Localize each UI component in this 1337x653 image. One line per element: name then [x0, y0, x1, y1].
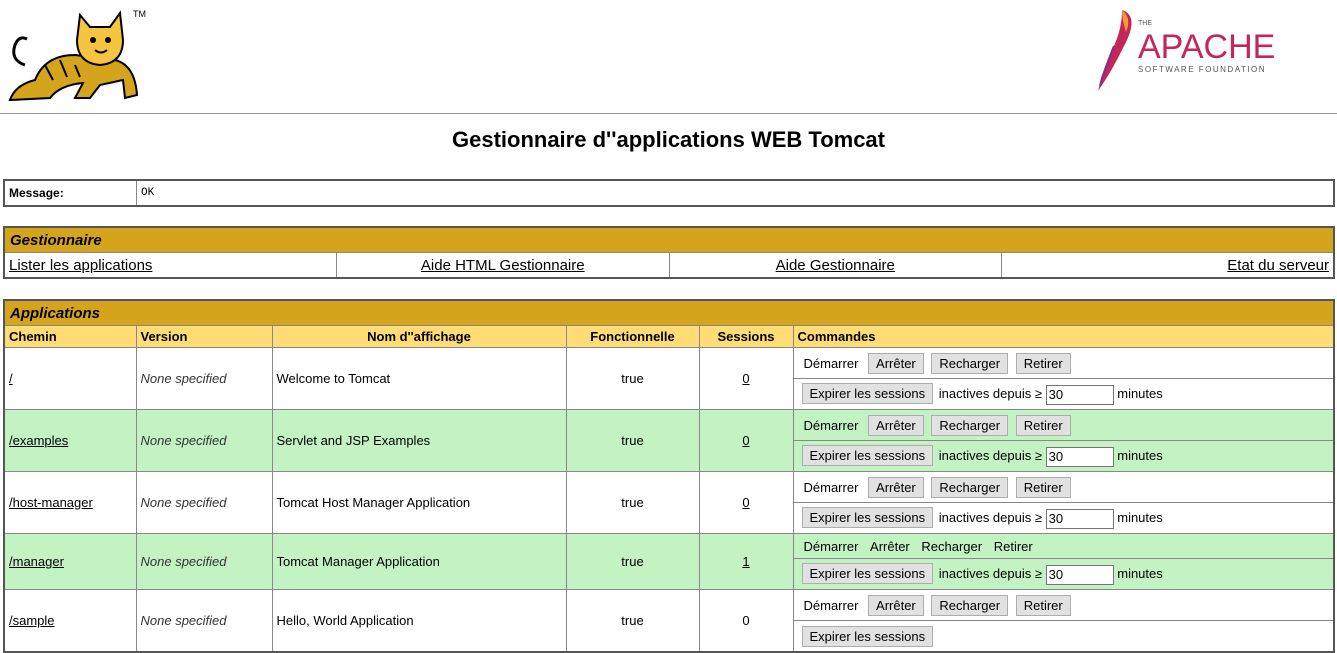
- undeploy-button[interactable]: Retirer: [1015, 352, 1071, 374]
- manager-help-link[interactable]: Aide Gestionnaire: [776, 257, 895, 274]
- app-running: true: [565, 533, 700, 590]
- app-path-link[interactable]: /host-manager: [9, 495, 93, 510]
- column-commands: Commandes: [792, 325, 1335, 348]
- column-running: Fonctionnelle: [565, 325, 700, 348]
- stop-button[interactable]: Arrêter: [868, 414, 924, 436]
- expire-sessions-button[interactable]: Expirer les sessions: [801, 563, 934, 585]
- html-manager-help-link[interactable]: Aide HTML Gestionnaire: [421, 257, 585, 274]
- undeploy-button[interactable]: Retirer: [1015, 414, 1071, 436]
- reload-button[interactable]: Recharger: [931, 594, 1009, 616]
- table-row: / None specified Welcome to Tomcat true …: [3, 347, 1335, 410]
- column-version: Version: [135, 325, 273, 348]
- apache-subtitle: SOFTWARE FOUNDATION: [1138, 65, 1266, 74]
- stop-button[interactable]: Arrêter: [868, 352, 924, 374]
- app-path-link[interactable]: /examples: [9, 433, 68, 448]
- undeploy-button[interactable]: Retirer: [1015, 594, 1071, 616]
- reload-button[interactable]: Recharger: [931, 476, 1009, 498]
- expire-sessions-button[interactable]: Expirer les sessions: [801, 383, 934, 405]
- app-display-name: Tomcat Host Manager Application: [271, 471, 567, 534]
- start-button[interactable]: Démarrer: [800, 480, 863, 495]
- idle-label: inactives depuis ≥: [938, 510, 1042, 526]
- idle-minutes-input[interactable]: 30: [1045, 564, 1114, 585]
- applications-section-title: Applications: [3, 299, 1335, 326]
- app-display-name: Servlet and JSP Examples: [271, 409, 567, 472]
- idle-minutes-input[interactable]: 30: [1045, 508, 1114, 529]
- table-row: /host-manager None specified Tomcat Host…: [3, 471, 1335, 534]
- reload-button[interactable]: Recharger: [931, 414, 1009, 436]
- column-sessions: Sessions: [698, 325, 794, 348]
- app-display-name: Welcome to Tomcat: [271, 347, 567, 410]
- stop-button[interactable]: Arrêter: [868, 476, 924, 498]
- app-path-link[interactable]: /manager: [9, 554, 64, 569]
- table-row: /examples None specified Servlet and JSP…: [3, 409, 1335, 472]
- manager-table: Gestionnaire Lister les applications Aid…: [3, 226, 1335, 279]
- page-header: TM THE APACHE SOFTWARE FOUNDATION: [0, 0, 1337, 114]
- app-version: None specified: [135, 589, 273, 653]
- app-path-link[interactable]: /sample: [9, 613, 55, 628]
- app-version: None specified: [135, 347, 273, 410]
- app-version: None specified: [135, 471, 273, 534]
- app-path-link[interactable]: /: [9, 371, 13, 386]
- app-version: None specified: [135, 409, 273, 472]
- applications-table: Applications Chemin Version Nom d''affic…: [3, 299, 1335, 653]
- minutes-label: minutes: [1117, 510, 1163, 526]
- start-button[interactable]: Démarrer: [800, 418, 863, 433]
- tomcat-trademark: TM: [133, 9, 146, 19]
- manager-section-title: Gestionnaire: [3, 226, 1335, 253]
- message-label: Message:: [3, 179, 137, 207]
- app-running: true: [565, 471, 700, 534]
- minutes-label: minutes: [1117, 386, 1163, 402]
- reload-text: Recharger: [921, 538, 983, 554]
- stop-button[interactable]: Arrêter: [868, 594, 924, 616]
- column-display-name: Nom d''affichage: [271, 325, 567, 348]
- stop-text: Arrêter: [870, 538, 910, 554]
- expire-sessions-button[interactable]: Expirer les sessions: [801, 507, 934, 529]
- app-sessions-link[interactable]: 0: [742, 371, 749, 386]
- table-row: /sample None specified Hello, World Appl…: [3, 589, 1335, 653]
- app-display-name: Tomcat Manager Application: [271, 533, 567, 590]
- message-table: Message: OK: [3, 179, 1335, 207]
- app-running: true: [565, 347, 700, 410]
- expire-sessions-button[interactable]: Expirer les sessions: [801, 625, 934, 647]
- page-title: Gestionnaire d''applications WEB Tomcat: [451, 127, 885, 152]
- minutes-label: minutes: [1117, 566, 1163, 582]
- idle-label: inactives depuis ≥: [938, 448, 1042, 464]
- app-sessions-link[interactable]: 0: [742, 495, 749, 510]
- message-value: OK: [136, 179, 1335, 207]
- idle-label: inactives depuis ≥: [938, 566, 1042, 582]
- column-path: Chemin: [3, 325, 137, 348]
- expire-sessions-button[interactable]: Expirer les sessions: [801, 445, 934, 467]
- app-running: true: [565, 409, 700, 472]
- apache-name: APACHE: [1138, 28, 1275, 66]
- reload-button[interactable]: Recharger: [931, 352, 1009, 374]
- list-applications-link[interactable]: Lister les applications: [9, 257, 152, 274]
- apache-logo: THE APACHE SOFTWARE FOUNDATION: [1098, 10, 1275, 91]
- undeploy-button[interactable]: Retirer: [1015, 476, 1071, 498]
- app-display-name: Hello, World Application: [271, 589, 567, 653]
- tomcat-logo: TM: [8, 9, 146, 102]
- start-text: Démarrer: [803, 538, 859, 554]
- start-button[interactable]: Démarrer: [800, 356, 863, 371]
- table-row: /manager None specified Tomcat Manager A…: [3, 533, 1335, 590]
- idle-minutes-input[interactable]: 30: [1045, 446, 1114, 467]
- app-running: true: [565, 589, 700, 653]
- undeploy-text: Retirer: [993, 538, 1033, 554]
- app-sessions-link[interactable]: 1: [742, 554, 749, 569]
- app-sessions-link[interactable]: 0: [742, 433, 749, 448]
- server-status-link[interactable]: Etat du serveur: [1227, 257, 1329, 274]
- start-button[interactable]: Démarrer: [800, 598, 863, 613]
- minutes-label: minutes: [1117, 448, 1163, 464]
- idle-label: inactives depuis ≥: [938, 386, 1042, 402]
- apache-the: THE: [1138, 20, 1152, 27]
- app-version: None specified: [135, 533, 273, 590]
- idle-minutes-input[interactable]: 30: [1045, 384, 1114, 405]
- app-sessions: 0: [698, 589, 794, 653]
